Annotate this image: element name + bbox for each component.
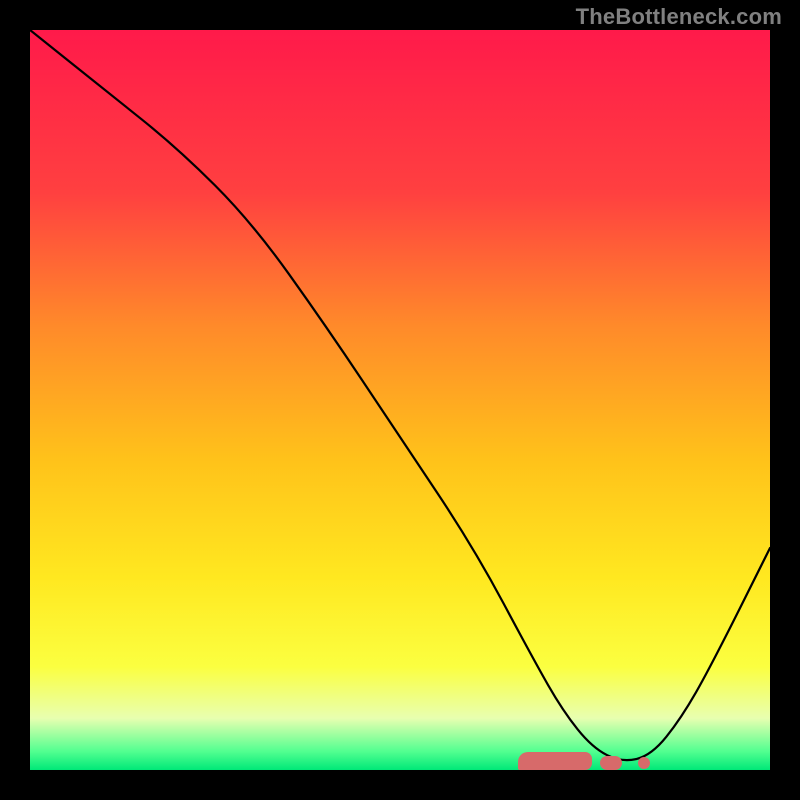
- bottleneck-curve: [30, 30, 770, 760]
- plot-area: [30, 30, 770, 770]
- highlight-segment: [600, 756, 622, 770]
- curve-layer: [30, 30, 770, 770]
- chart-frame: TheBottleneck.com: [0, 0, 800, 800]
- highlight-segment: [518, 752, 592, 770]
- watermark-label: TheBottleneck.com: [576, 4, 782, 30]
